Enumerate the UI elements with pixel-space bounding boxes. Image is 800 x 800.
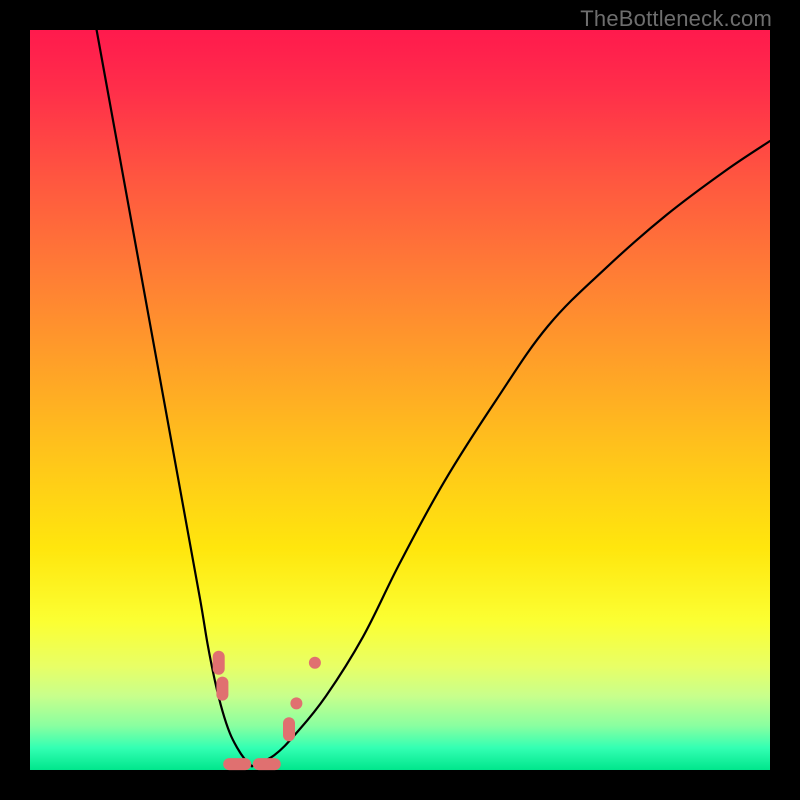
marker-left-pair-bottom xyxy=(216,677,228,701)
left-branch-curve xyxy=(97,30,252,766)
plot-area xyxy=(30,30,770,770)
watermark-text: TheBottleneck.com xyxy=(580,6,772,32)
curves-svg xyxy=(30,30,770,770)
marker-right-upper xyxy=(290,697,302,709)
chart-frame: TheBottleneck.com xyxy=(0,0,800,800)
marker-floor-left xyxy=(223,758,251,770)
marker-left-pair-top xyxy=(213,651,225,675)
marker-floor-right xyxy=(253,758,281,770)
marker-right-lower xyxy=(283,717,295,741)
marker-right-top xyxy=(309,657,321,669)
right-branch-curve xyxy=(252,141,770,766)
markers-group xyxy=(213,651,321,770)
